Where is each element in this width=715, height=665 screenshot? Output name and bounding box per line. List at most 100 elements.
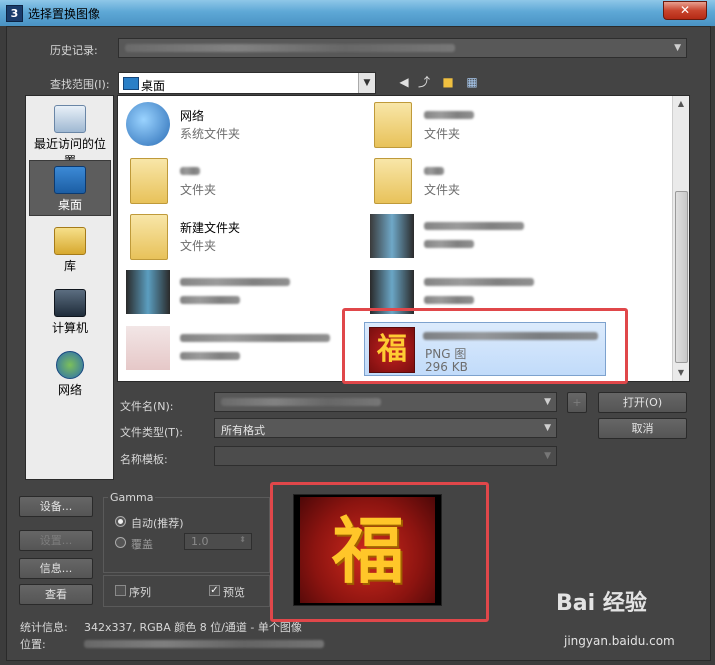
scroll-up-icon[interactable]: ▲	[673, 96, 689, 112]
place-network[interactable]: 网络	[29, 346, 111, 402]
settings-button[interactable]: 设置...	[19, 530, 93, 551]
preview-checkbox[interactable]: ✓	[209, 585, 220, 596]
lookin-combo[interactable]: 桌面 ▼	[118, 72, 376, 94]
up-folder-icon[interactable]: ⤴	[416, 74, 432, 90]
list-item[interactable]	[120, 266, 360, 318]
chevron-down-icon: ▼	[674, 43, 681, 53]
spinner-icon: ⬍	[239, 535, 246, 544]
file-name: 新建文件夹	[180, 221, 241, 235]
file-name-blurred	[424, 111, 474, 119]
info-button[interactable]: 信息...	[19, 558, 93, 579]
place-library[interactable]: 库	[29, 222, 111, 278]
scroll-thumb[interactable]	[675, 191, 688, 363]
file-type: 文件夹	[180, 183, 217, 197]
vertical-scrollbar[interactable]: ▲ ▼	[672, 96, 689, 381]
video-file-icon	[126, 270, 170, 314]
view-menu-icon[interactable]: ▦	[464, 74, 480, 90]
chevron-down-icon: ▼	[544, 397, 551, 407]
window-title: 选择置换图像	[28, 7, 101, 21]
place-label: 桌面	[57, 198, 82, 212]
desktop-icon	[54, 166, 86, 194]
lookin-value: 桌面	[141, 79, 166, 93]
open-button[interactable]: 打开(O)	[598, 392, 687, 413]
cancel-button[interactable]: 取消	[598, 418, 687, 439]
library-icon	[54, 227, 86, 255]
filename-input[interactable]: ▼	[214, 392, 557, 412]
folder-icon	[374, 158, 412, 204]
list-item[interactable]: 文件夹	[120, 154, 360, 206]
list-item[interactable]	[120, 322, 360, 374]
sequence-checkbox[interactable]	[115, 585, 126, 596]
folder-icon	[130, 214, 168, 260]
highlight-preview	[270, 482, 489, 622]
gamma-override-label: 覆盖	[131, 538, 153, 551]
list-item[interactable]: 文件夹	[364, 98, 604, 150]
template-select[interactable]: ▼	[214, 446, 557, 466]
gamma-auto-radio[interactable]	[115, 516, 126, 527]
setup-button[interactable]: 设备...	[19, 496, 93, 517]
gamma-title: Gamma	[108, 491, 156, 504]
highlight-selected-file	[342, 308, 628, 384]
add-button[interactable]: +	[567, 392, 587, 413]
chevron-down-icon[interactable]: ▼	[358, 73, 375, 93]
file-type-blurred	[180, 352, 240, 360]
close-button[interactable]: ✕	[663, 1, 707, 20]
recent-places-icon	[54, 105, 86, 133]
folder-icon	[130, 158, 168, 204]
computer-icon	[54, 289, 86, 317]
list-item[interactable]	[364, 210, 604, 262]
network-icon	[126, 102, 170, 146]
file-name-blurred	[180, 167, 200, 175]
lookin-label: 查找范围(I):	[50, 78, 110, 91]
file-type-blurred	[424, 296, 474, 304]
scroll-down-icon[interactable]: ▼	[673, 365, 689, 381]
list-item[interactable]: 新建文件夹 文件夹	[120, 210, 360, 262]
list-item[interactable]: 文件夹	[364, 154, 604, 206]
desktop-icon	[123, 77, 139, 90]
gamma-override-radio[interactable]	[115, 537, 126, 548]
network-icon	[56, 351, 84, 379]
chevron-down-icon: ▼	[544, 451, 551, 461]
sequence-label: 序列	[129, 586, 151, 599]
location-label: 位置:	[20, 638, 46, 651]
history-combo[interactable]: ▼	[118, 38, 687, 58]
place-label: 库	[63, 259, 76, 273]
file-type: 文件夹	[424, 183, 461, 197]
preview-label: 预览	[223, 586, 245, 599]
places-bar: 最近访问的位置 桌面 库 计算机 网络	[25, 95, 114, 480]
file-name-blurred	[424, 222, 524, 230]
file-type: 文件夹	[424, 127, 461, 141]
folder-icon	[374, 102, 412, 148]
filename-label: 文件名(N):	[120, 400, 174, 413]
file-type: 系统文件夹	[180, 127, 241, 141]
file-name-blurred	[180, 334, 330, 342]
filename-blurred	[221, 398, 381, 406]
new-folder-icon[interactable]: ■	[440, 74, 456, 90]
file-name-blurred	[424, 167, 444, 175]
filetype-label: 文件类型(T):	[120, 426, 184, 439]
title-bar: 3 选择置换图像 ✕	[0, 0, 715, 26]
place-recent[interactable]: 最近访问的位置	[29, 100, 111, 168]
history-path-blurred	[125, 44, 455, 52]
file-type-blurred	[424, 240, 474, 248]
filetype-select[interactable]: 所有格式 ▼	[214, 418, 557, 438]
gamma-value-spinner[interactable]: 1.0 ⬍	[184, 533, 252, 550]
baidu-watermark-url: jingyan.baidu.com	[564, 634, 675, 648]
gamma-value: 1.0	[191, 535, 209, 548]
place-computer[interactable]: 计算机	[29, 284, 111, 340]
place-label: 网络	[57, 383, 82, 397]
list-item[interactable]: 网络 系统文件夹	[120, 98, 360, 150]
file-name: 网络	[180, 109, 205, 123]
file-type: 文件夹	[180, 239, 217, 253]
file-name-blurred	[180, 278, 290, 286]
place-label: 计算机	[51, 321, 88, 335]
back-icon[interactable]: ◀	[396, 74, 412, 90]
app-icon: 3	[6, 5, 23, 22]
file-type-blurred	[180, 296, 240, 304]
baidu-watermark: Bai 经验	[556, 591, 647, 616]
template-label: 名称模板:	[120, 453, 168, 466]
video-file-icon	[370, 214, 414, 258]
place-desktop[interactable]: 桌面	[29, 160, 111, 216]
location-value-blurred	[84, 640, 324, 648]
view-button[interactable]: 查看	[19, 584, 93, 605]
